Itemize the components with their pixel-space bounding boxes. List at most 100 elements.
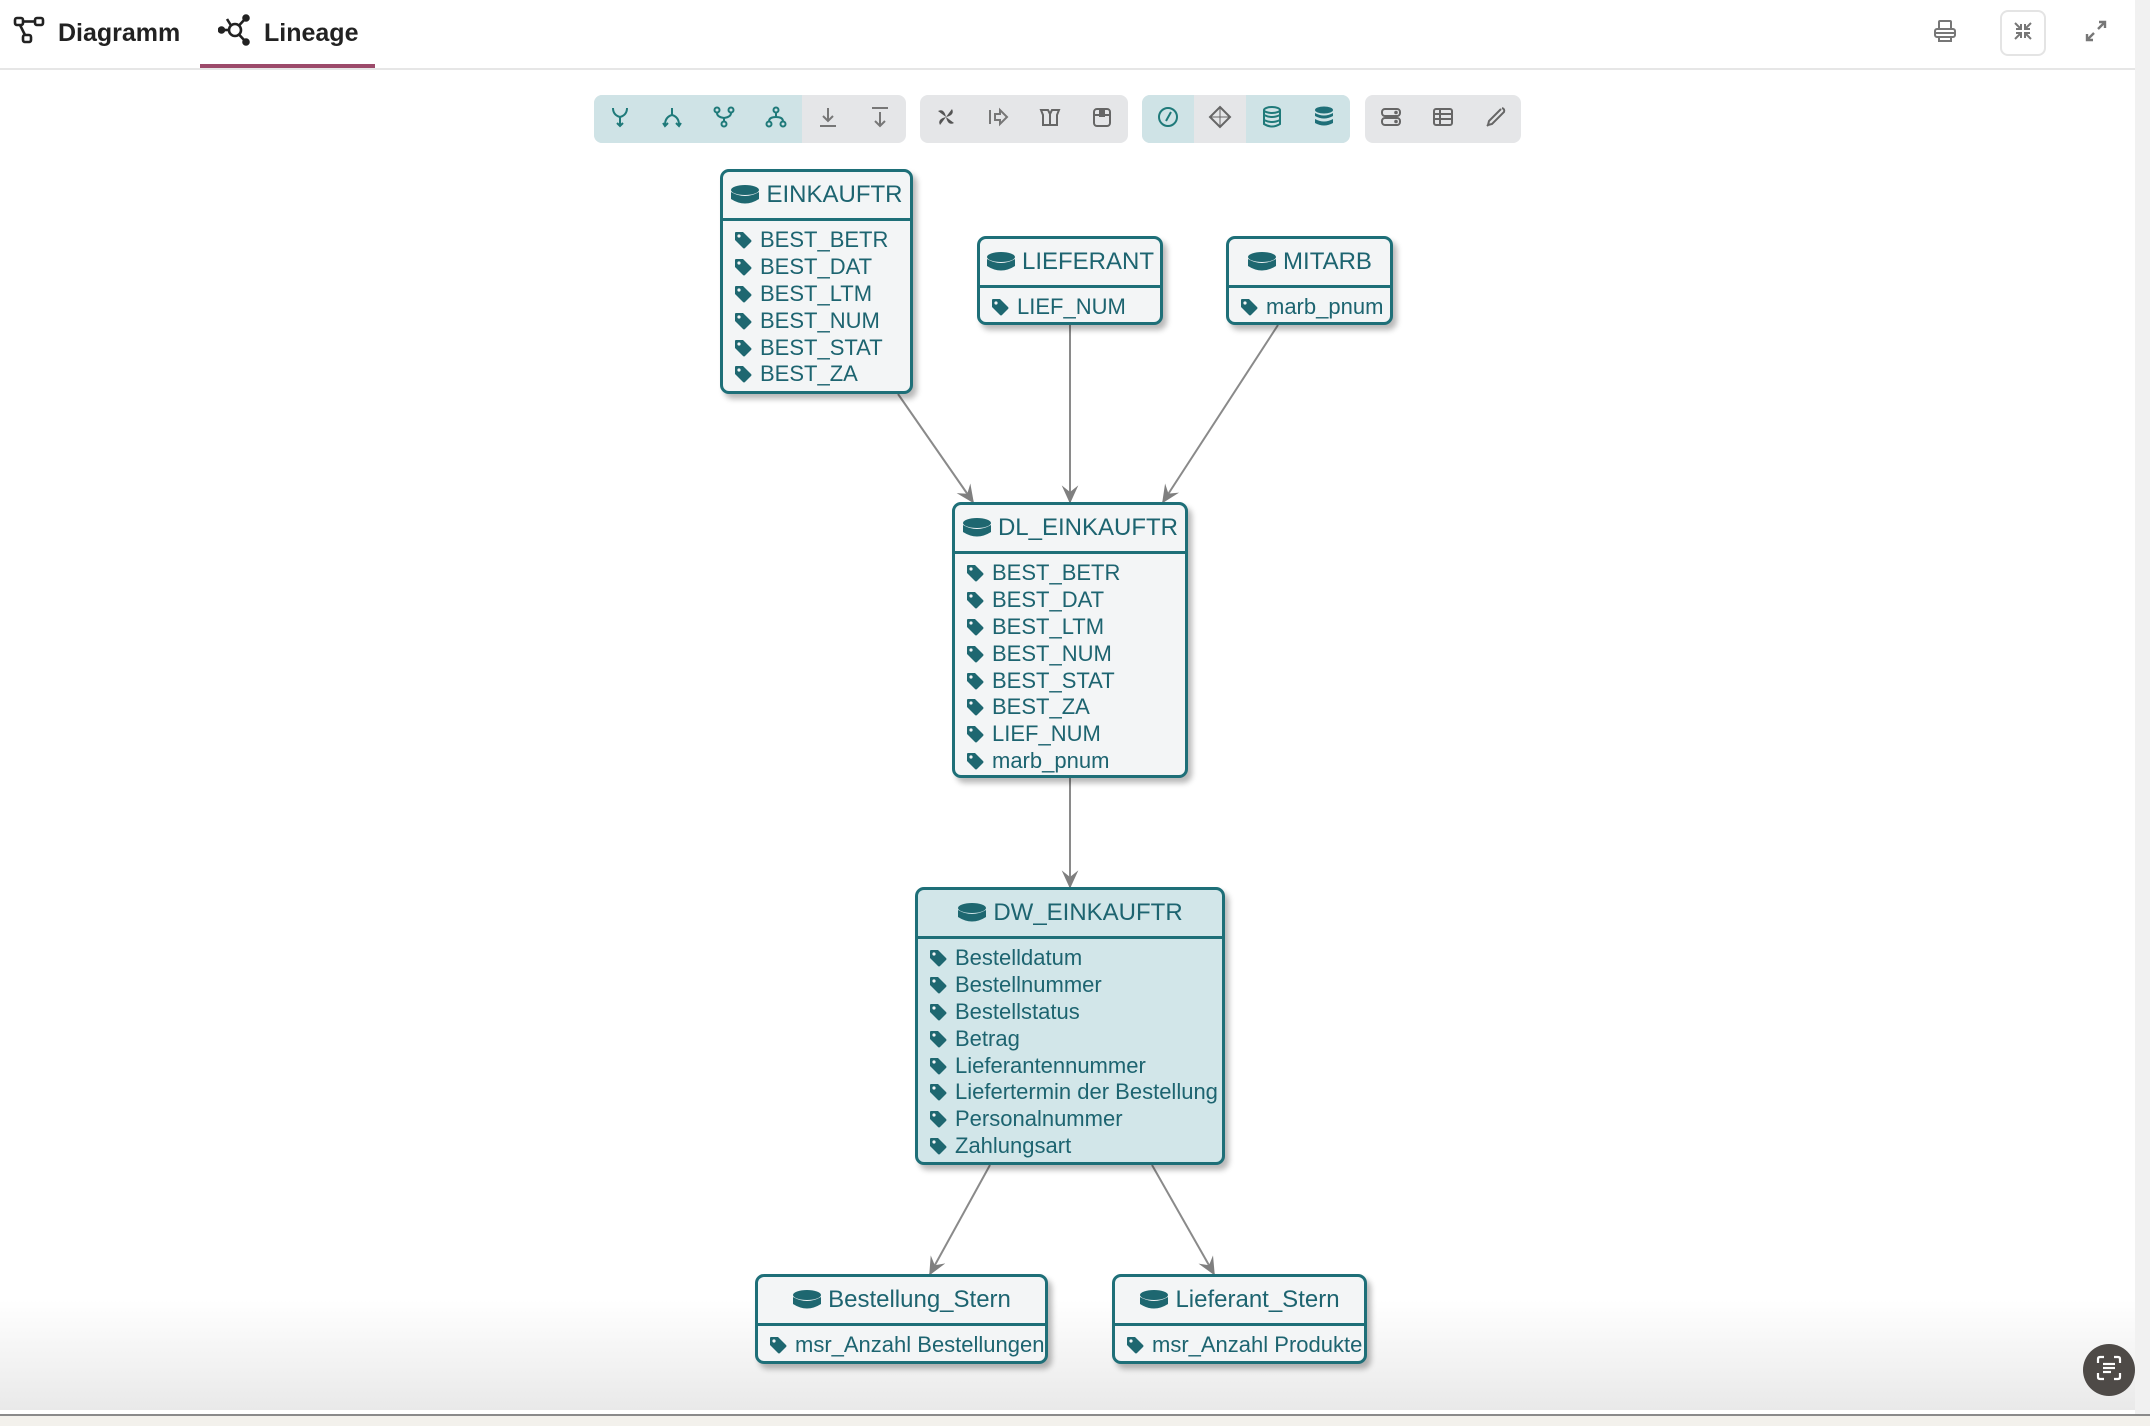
pinwheel-button[interactable] xyxy=(920,95,972,143)
download-to-line-button[interactable] xyxy=(802,95,854,143)
column-field[interactable]: BEST_STAT xyxy=(733,334,900,361)
column-field[interactable]: Liefertermin der Bestellung xyxy=(928,1079,1218,1106)
diamond-button[interactable] xyxy=(1194,95,1246,143)
node-title: EINKAUFTR xyxy=(766,181,903,208)
node-field-list: BEST_BETR BEST_DAT BEST_LTM BEST_NUM BEST_ST… xyxy=(955,554,1185,778)
lineage-edge xyxy=(1162,324,1279,504)
database-icon xyxy=(730,184,760,206)
exit-fullscreen-button[interactable] xyxy=(2000,10,2046,56)
lineage-icon xyxy=(217,13,252,54)
gauge-icon xyxy=(1156,105,1180,134)
arrow-from-line-button[interactable] xyxy=(972,95,1024,143)
tag-icon xyxy=(928,1082,948,1102)
gauge-button[interactable] xyxy=(1142,95,1194,143)
column-field[interactable]: msr_Anzahl Produkte xyxy=(1125,1332,1362,1359)
download-from-line-button[interactable] xyxy=(854,95,906,143)
column-field[interactable]: Bestellnummer xyxy=(928,972,1212,999)
column-name: BEST_ZA xyxy=(992,694,1090,720)
table-node-bestellung-stern[interactable]: Bestellung_Stern msr_Anzahl Bestellungen xyxy=(755,1274,1048,1364)
database-icon xyxy=(957,902,987,924)
scan-text-icon xyxy=(2095,1354,2123,1387)
tag-icon xyxy=(928,1136,948,1156)
node-header: Lieferant_Stern xyxy=(1115,1277,1364,1326)
column-name: Bestelldatum xyxy=(955,945,1083,971)
tag-icon xyxy=(965,724,985,744)
tab-label: Diagramm xyxy=(58,18,181,47)
open-box-button[interactable] xyxy=(1024,95,1076,143)
column-field[interactable]: Bestellstatus xyxy=(928,999,1212,1026)
column-field[interactable]: Betrag xyxy=(928,1025,1212,1052)
column-field[interactable]: BEST_BETR xyxy=(965,560,1175,587)
table-node-lieferant[interactable]: LIEFERANT LIEF_NUM xyxy=(977,236,1163,325)
column-field[interactable]: BEST_BETR xyxy=(733,227,900,254)
column-field[interactable]: marb_pnum xyxy=(1239,294,1383,321)
table-node-dl-einkauftr[interactable]: DL_EINKAUFTR BEST_BETR BEST_DAT BEST_LTM BES… xyxy=(952,502,1188,778)
column-field[interactable]: BEST_DAT xyxy=(733,254,900,281)
column-field[interactable]: BEST_ZA xyxy=(965,694,1175,721)
column-field[interactable]: BEST_LTM xyxy=(733,281,900,308)
column-name: msr_Anzahl Bestellungen xyxy=(795,1332,1045,1358)
canvas-bottom-fade xyxy=(0,1300,2135,1410)
table-node-mitarb[interactable]: MITARB marb_pnum xyxy=(1226,236,1393,325)
column-name: Personalnummer xyxy=(955,1106,1123,1132)
database-outline-button[interactable] xyxy=(1246,95,1298,143)
closed-box-icon xyxy=(1090,105,1114,134)
tag-icon xyxy=(965,697,985,717)
table-button[interactable] xyxy=(1417,95,1469,143)
diagram-icon xyxy=(12,13,46,54)
split-down-button[interactable] xyxy=(646,95,698,143)
lineage-edge xyxy=(1151,1164,1215,1276)
table-node-dw-einkauftr[interactable]: DW_EINKAUFTR Bestelldatum Bestellnummer Bes… xyxy=(915,887,1225,1165)
column-field[interactable]: Bestelldatum xyxy=(928,945,1212,972)
column-field[interactable]: Personalnummer xyxy=(928,1106,1212,1133)
column-name: BEST_DAT xyxy=(760,254,873,280)
column-name: Betrag xyxy=(955,1025,1020,1051)
column-field[interactable]: BEST_STAT xyxy=(965,667,1175,694)
column-name: Liefertermin der Bestellung xyxy=(955,1079,1218,1105)
tag-icon xyxy=(1239,297,1259,317)
column-field[interactable]: Zahlungsart xyxy=(928,1133,1212,1160)
database-icon xyxy=(962,517,992,539)
table-node-lieferant-stern[interactable]: Lieferant_Stern msr_Anzahl Produkte xyxy=(1112,1274,1367,1364)
column-name: LIEF_NUM xyxy=(1017,294,1126,320)
column-field[interactable]: msr_Anzahl Bestellungen xyxy=(768,1332,1044,1359)
column-field[interactable]: BEST_LTM xyxy=(965,614,1175,641)
tag-icon xyxy=(733,338,753,358)
column-field[interactable]: LIEF_NUM xyxy=(990,294,1150,321)
fork-button[interactable] xyxy=(698,95,750,143)
database-filled-button[interactable] xyxy=(1298,95,1350,143)
column-name: BEST_LTM xyxy=(992,613,1105,639)
column-field[interactable]: Lieferantennummer xyxy=(928,1052,1212,1079)
hierarchy-button[interactable] xyxy=(750,95,802,143)
column-field[interactable]: LIEF_NUM xyxy=(965,721,1175,748)
toolbar-group-display xyxy=(1365,95,1521,143)
vertical-scrollbar[interactable] xyxy=(2135,0,2150,1424)
print-button[interactable] xyxy=(1922,10,1968,56)
table-node-einkauftr[interactable]: EINKAUFTR BEST_BETR BEST_DAT BEST_LTM BEST_N… xyxy=(720,169,913,394)
node-title: DL_EINKAUFTR xyxy=(997,514,1179,541)
tag-icon xyxy=(928,975,948,995)
tab-label: Lineage xyxy=(264,18,359,47)
closed-box-button[interactable] xyxy=(1076,95,1128,143)
tab-diagramm[interactable]: Diagramm xyxy=(12,0,180,66)
node-header: DW_EINKAUFTR xyxy=(918,890,1222,939)
tag-icon xyxy=(733,311,753,331)
column-field[interactable]: BEST_NUM xyxy=(733,307,900,334)
merge-down-button[interactable] xyxy=(594,95,646,143)
column-field[interactable]: marb_pnum xyxy=(965,748,1175,775)
column-field[interactable]: BEST_DAT xyxy=(965,587,1175,614)
node-field-list: BEST_BETR BEST_DAT BEST_LTM BEST_NUM BEST_ST… xyxy=(723,221,910,392)
tag-icon xyxy=(965,563,985,583)
toolbar-group-layout xyxy=(920,95,1128,143)
database-icon xyxy=(792,1289,822,1311)
tab-lineage[interactable]: Lineage xyxy=(217,0,359,66)
node-title: MITARB xyxy=(1283,248,1372,275)
database-outline-icon xyxy=(1260,105,1284,134)
server-button[interactable] xyxy=(1365,95,1417,143)
column-field[interactable]: BEST_ZA xyxy=(733,361,900,388)
column-field[interactable]: BEST_NUM xyxy=(965,640,1175,667)
header-bar: Diagramm Lineage xyxy=(0,0,2135,70)
fullscreen-button[interactable] xyxy=(2073,10,2119,56)
scan-text-button[interactable] xyxy=(2083,1344,2135,1396)
pipette-button[interactable] xyxy=(1469,95,1521,143)
